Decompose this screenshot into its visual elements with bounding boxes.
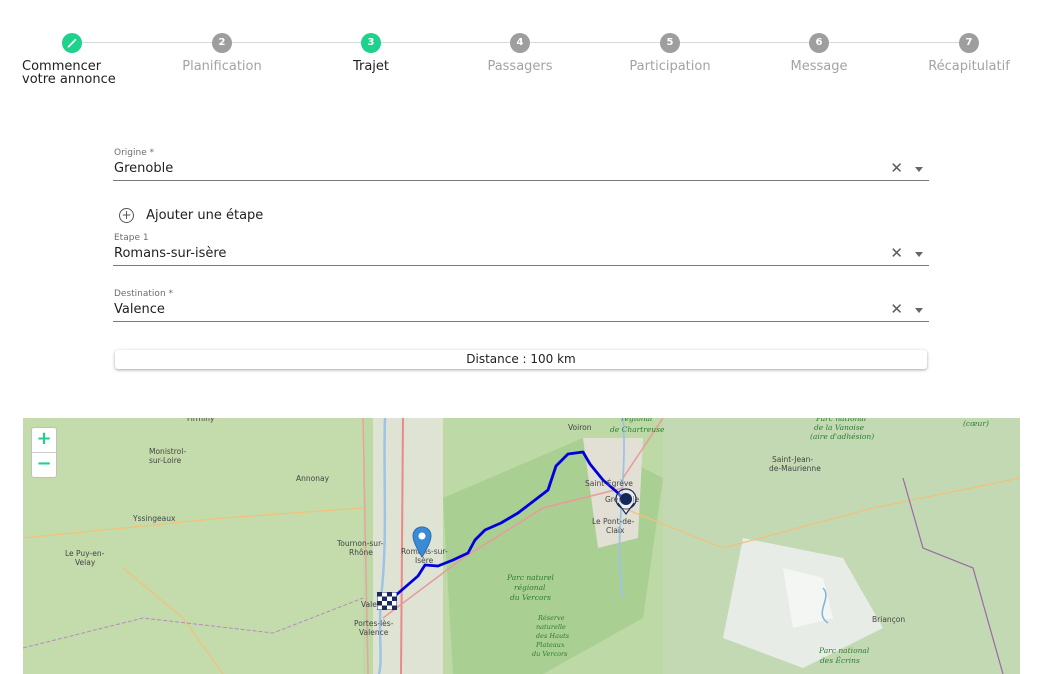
caret-down-icon[interactable] bbox=[915, 167, 923, 172]
add-waypoint-button[interactable]: + Ajouter une étape bbox=[119, 205, 263, 223]
svg-text:sur-Loire: sur-Loire bbox=[149, 456, 182, 465]
svg-text:Rhône: Rhône bbox=[349, 548, 373, 557]
close-icon[interactable]: ✕ bbox=[890, 244, 903, 262]
svg-text:Annonay: Annonay bbox=[296, 474, 330, 483]
svg-text:de-Maurienne: de-Maurienne bbox=[769, 464, 821, 473]
distance-display: Distance : 100 km bbox=[115, 350, 927, 369]
svg-text:du Vercors: du Vercors bbox=[510, 593, 551, 602]
destination-value[interactable]: Valence bbox=[114, 302, 165, 317]
svg-text:régional: régional bbox=[621, 418, 653, 423]
destination-field[interactable]: Destination * Valence ✕ bbox=[113, 289, 929, 322]
step-label: Récapitulatif bbox=[928, 59, 1010, 74]
step-5[interactable]: 5 Participation bbox=[600, 33, 740, 73]
stepper: Commencer votre annonce 2 Planification … bbox=[0, 0, 1043, 110]
origin-field[interactable]: Origine * Grenoble ✕ bbox=[113, 148, 929, 181]
origin-label: Origine * bbox=[114, 148, 155, 158]
step-number: 7 bbox=[959, 33, 979, 53]
svg-text:Plateaux: Plateaux bbox=[535, 641, 565, 649]
svg-text:Firminy: Firminy bbox=[187, 418, 215, 423]
step-label: votre annonce bbox=[22, 72, 116, 87]
waypoint-field[interactable]: Etape 1 Romans-sur-isère ✕ bbox=[113, 233, 929, 266]
step-1[interactable]: Commencer votre annonce bbox=[2, 33, 142, 86]
svg-text:naturelle: naturelle bbox=[536, 623, 566, 631]
step-number: 6 bbox=[809, 33, 829, 53]
origin-value[interactable]: Grenoble bbox=[114, 161, 173, 176]
svg-text:Briançon: Briançon bbox=[872, 615, 905, 624]
svg-text:Le Pont-de-: Le Pont-de- bbox=[592, 517, 635, 526]
svg-text:Velay: Velay bbox=[75, 558, 96, 567]
svg-text:des Écrins: des Écrins bbox=[820, 656, 860, 665]
step-label: Participation bbox=[629, 59, 711, 74]
step-label: Trajet bbox=[352, 59, 390, 74]
svg-text:Parc naturel: Parc naturel bbox=[506, 573, 555, 582]
svg-text:Portes-lès-: Portes-lès- bbox=[354, 619, 394, 628]
svg-text:Valence: Valence bbox=[359, 628, 389, 637]
step-label: Planification bbox=[182, 59, 262, 74]
step-3[interactable]: 3 Trajet bbox=[301, 33, 441, 73]
step-number: 2 bbox=[212, 33, 232, 53]
step-number: 4 bbox=[510, 33, 530, 53]
svg-text:de Chartreuse: de Chartreuse bbox=[610, 425, 665, 434]
step-6[interactable]: 6 Message bbox=[749, 33, 889, 73]
caret-down-icon[interactable] bbox=[915, 308, 923, 313]
step-number: 3 bbox=[361, 33, 381, 53]
checkered-flag-icon[interactable] bbox=[377, 592, 397, 610]
svg-text:(aire d'adhésion): (aire d'adhésion) bbox=[810, 432, 874, 441]
svg-text:Monistrol-: Monistrol- bbox=[149, 447, 186, 456]
svg-text:des Hauts: des Hauts bbox=[536, 632, 570, 640]
svg-text:Voiron: Voiron bbox=[568, 423, 592, 432]
map-tiles: Firminy Monistrol- sur-Loire Annonay Yss… bbox=[23, 418, 1020, 674]
svg-text:Yssingeaux: Yssingeaux bbox=[132, 514, 176, 523]
svg-text:de la Vanoise: de la Vanoise bbox=[814, 423, 865, 432]
step-7[interactable]: 7 Récapitulatif bbox=[899, 33, 1039, 73]
step-label: Passagers bbox=[487, 59, 553, 74]
close-icon[interactable]: ✕ bbox=[890, 159, 903, 177]
zoom-controls: + − bbox=[31, 427, 57, 478]
step-2[interactable]: 2 Planification bbox=[152, 33, 292, 73]
waypoint-value[interactable]: Romans-sur-isère bbox=[114, 246, 226, 261]
start-marker-icon[interactable] bbox=[614, 487, 638, 515]
svg-text:Réserve: Réserve bbox=[537, 614, 565, 622]
destination-label: Destination * bbox=[114, 289, 174, 299]
svg-text:Saint-Jean-: Saint-Jean- bbox=[772, 455, 813, 464]
zoom-in-button[interactable]: + bbox=[32, 428, 56, 453]
plus-circle-icon: + bbox=[119, 208, 134, 223]
step-number: 5 bbox=[660, 33, 680, 53]
route-map[interactable]: Firminy Monistrol- sur-Loire Annonay Yss… bbox=[23, 418, 1020, 674]
step-label: Message bbox=[790, 59, 848, 74]
svg-text:Le Puy-en-: Le Puy-en- bbox=[65, 549, 105, 558]
map-pin-icon[interactable] bbox=[412, 526, 432, 558]
svg-text:Parc national: Parc national bbox=[818, 646, 870, 655]
svg-text:régional: régional bbox=[514, 583, 546, 592]
svg-text:(cœur): (cœur) bbox=[963, 419, 989, 428]
zoom-out-button[interactable]: − bbox=[32, 453, 56, 477]
step-4[interactable]: 4 Passagers bbox=[450, 33, 590, 73]
svg-text:Tournon-sur-: Tournon-sur- bbox=[336, 539, 384, 548]
svg-text:du Vercors: du Vercors bbox=[532, 650, 568, 658]
caret-down-icon[interactable] bbox=[915, 252, 923, 257]
svg-text:Claix: Claix bbox=[606, 526, 625, 535]
close-icon[interactable]: ✕ bbox=[890, 300, 903, 318]
waypoint-label: Etape 1 bbox=[114, 233, 149, 243]
pencil-icon bbox=[62, 33, 82, 53]
add-waypoint-label: Ajouter une étape bbox=[146, 208, 264, 223]
